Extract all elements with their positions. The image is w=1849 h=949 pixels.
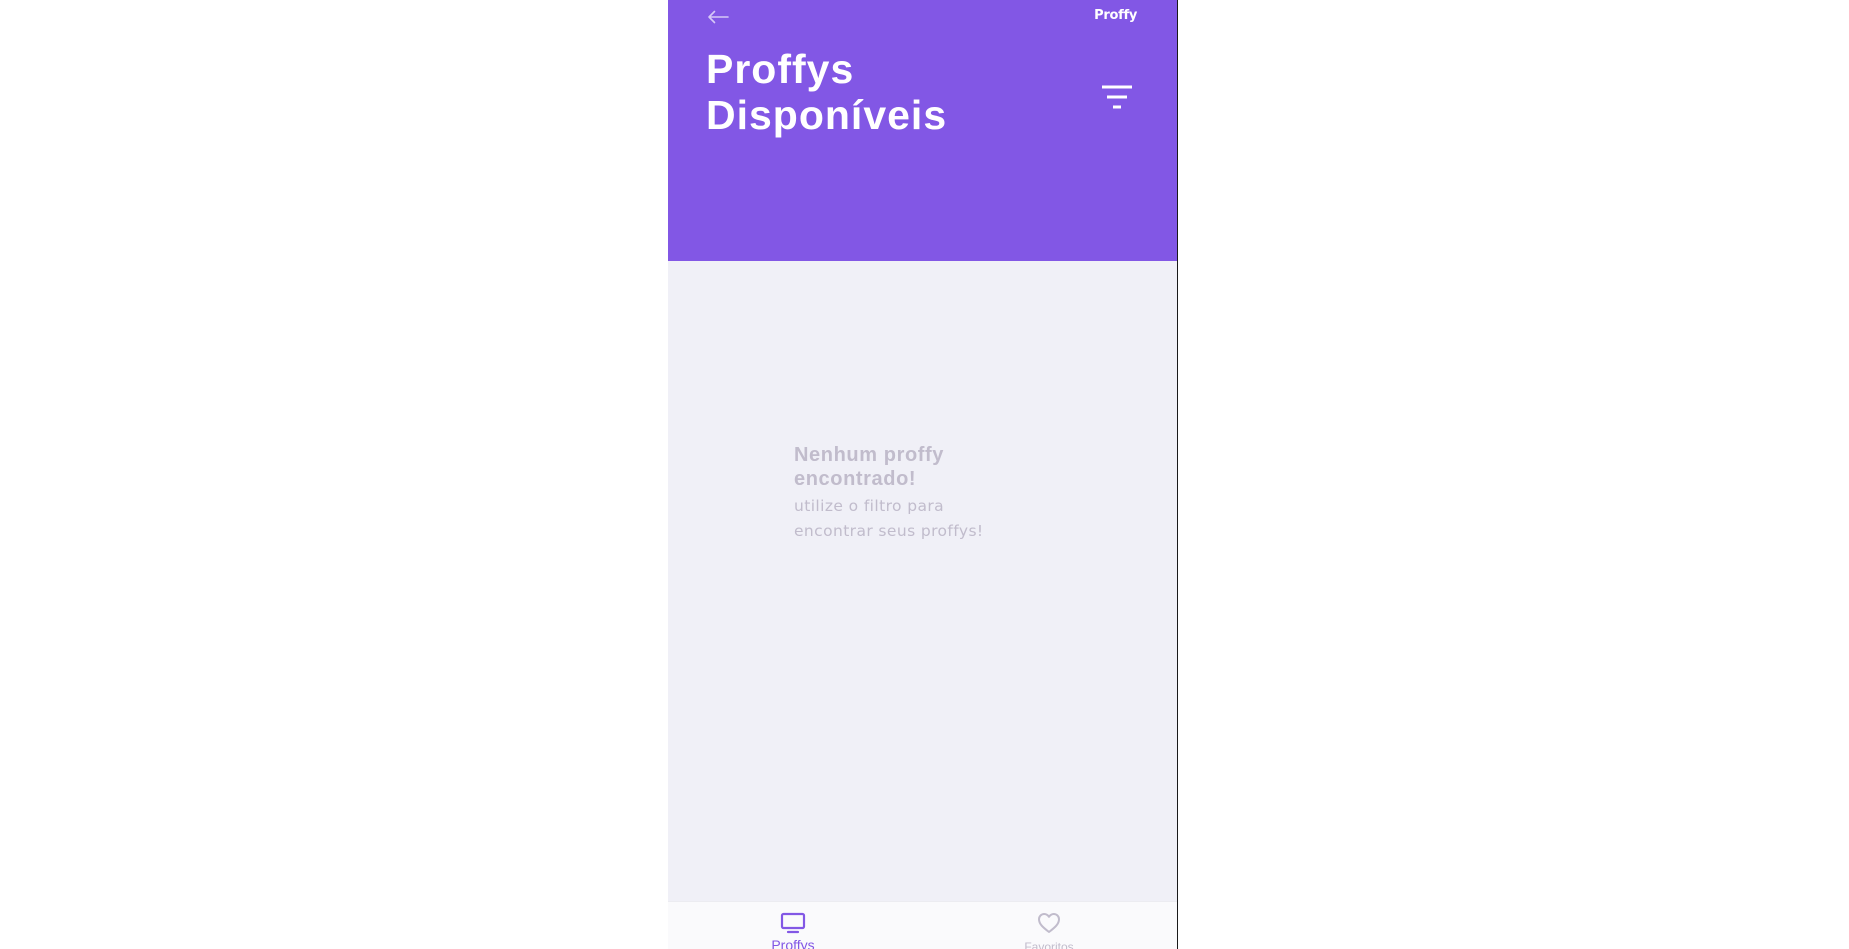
tab-proffys[interactable]: Proffys	[733, 902, 853, 949]
page-header: Proffy Proffys Disponíveis	[668, 0, 1177, 261]
arrow-left-icon	[708, 10, 729, 24]
tv-icon	[780, 912, 806, 934]
empty-state-title: Nenhum proffy encontrado!	[794, 444, 945, 490]
heart-icon	[1038, 913, 1060, 933]
filter-icon	[1102, 85, 1132, 109]
page-title: Proffys Disponíveis	[706, 46, 948, 138]
back-button[interactable]	[704, 6, 732, 28]
brand-logo: Proffy	[1094, 8, 1137, 23]
empty-state-subtitle: utilize o filtro para encontrar seus pro…	[794, 497, 984, 540]
empty-state: Nenhum proffy encontrado! utilize o filt…	[794, 443, 1024, 544]
tab-proffys-label: Proffys	[771, 937, 815, 949]
tab-favoritos-label: Favoritos	[1024, 940, 1074, 949]
app-screen: Proffy Proffys Disponíveis Nenhum proffy…	[668, 0, 1178, 949]
bottom-tab-bar: Proffys Favoritos	[668, 901, 1177, 949]
tab-favoritos[interactable]: Favoritos	[989, 902, 1109, 949]
filter-button[interactable]	[1096, 82, 1138, 114]
page: Proffy Proffys Disponíveis Nenhum proffy…	[0, 0, 1849, 949]
